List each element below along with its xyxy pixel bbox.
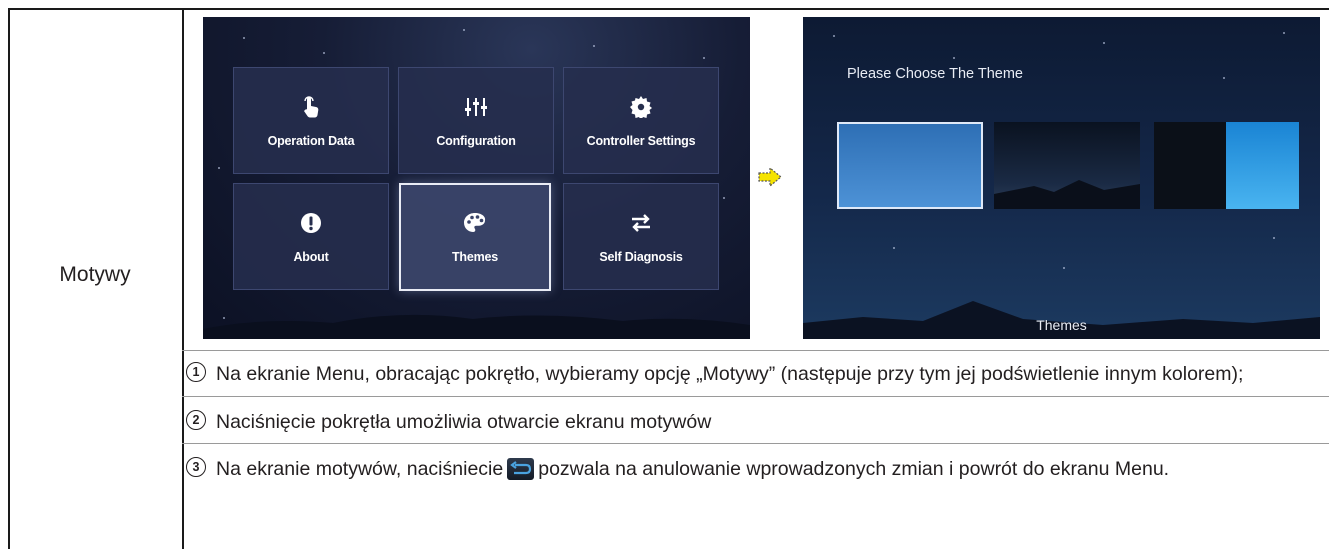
theme-thumbnail-bright-blue[interactable] [1154,122,1299,209]
row-divider [182,350,1329,351]
tile-label: Configuration [436,133,516,148]
theme-preview-blue-panel [1226,122,1299,209]
swap-arrows-icon [629,210,653,236]
mountain-silhouette [994,180,1140,209]
step-text: Na ekranie Menu, obracając pokrętło, wyb… [216,363,1244,385]
themes-caption: Themes [1036,317,1087,333]
menu-tile-controller-settings[interactable]: Controller Settings [563,67,719,174]
tile-label: About [293,249,329,264]
back-return-icon [507,458,535,480]
row-divider [182,396,1329,397]
row-label: Motywy [59,263,131,286]
step-number: 3 [186,457,206,477]
gear-icon [630,94,652,120]
step-number: 1 [186,362,206,382]
menu-tile-self-diagnosis[interactable]: Self Diagnosis [563,183,719,290]
theme-thumbnail-night-mountains[interactable] [994,122,1140,209]
tile-label: Controller Settings [586,133,696,148]
themes-title: Please Choose The Theme [847,66,1023,82]
step-text-after: pozwala na anulowanie wprowadzonych zmia… [538,458,1170,480]
table-border-top [8,8,1329,10]
step-text-before: Na ekranie motywów, naciśniecie [216,458,504,480]
row-divider [182,443,1329,444]
column-divider [182,8,184,549]
tile-label: Self Diagnosis [599,249,683,264]
touch-hand-icon [302,94,320,120]
menu-tile-operation-data[interactable]: Operation Data [233,67,389,174]
step-number: 2 [186,410,206,430]
palette-icon [463,210,487,236]
theme-thumbnail-blue[interactable] [837,122,983,209]
menu-tile-about[interactable]: About [233,183,389,290]
exclamation-icon [300,210,322,236]
menu-tile-themes[interactable]: Themes [399,183,551,291]
arrow-right-icon [758,166,782,188]
tile-label: Themes [451,250,499,264]
themes-screenshot: Please Choose The Theme Themes [803,17,1320,339]
mountain-silhouette [203,314,750,339]
menu-screenshot: Operation Data Configuration Controller … [203,17,750,339]
menu-tile-configuration[interactable]: Configuration [398,67,554,174]
step-text: Naciśnięcie pokrętła umożliwia otwarcie … [216,411,712,433]
instruction-step-3: 3 Na ekranie motywów, naciśniecie pozwala… [186,457,1309,481]
instruction-step-2: 2 Naciśnięcie pokrętła umożliwia otwarci… [186,410,1309,434]
tile-label: Operation Data [267,133,355,148]
instruction-step-1: 1 Na ekranie Menu, obracając pokrętło, w… [186,362,1309,386]
sliders-icon [464,94,488,120]
